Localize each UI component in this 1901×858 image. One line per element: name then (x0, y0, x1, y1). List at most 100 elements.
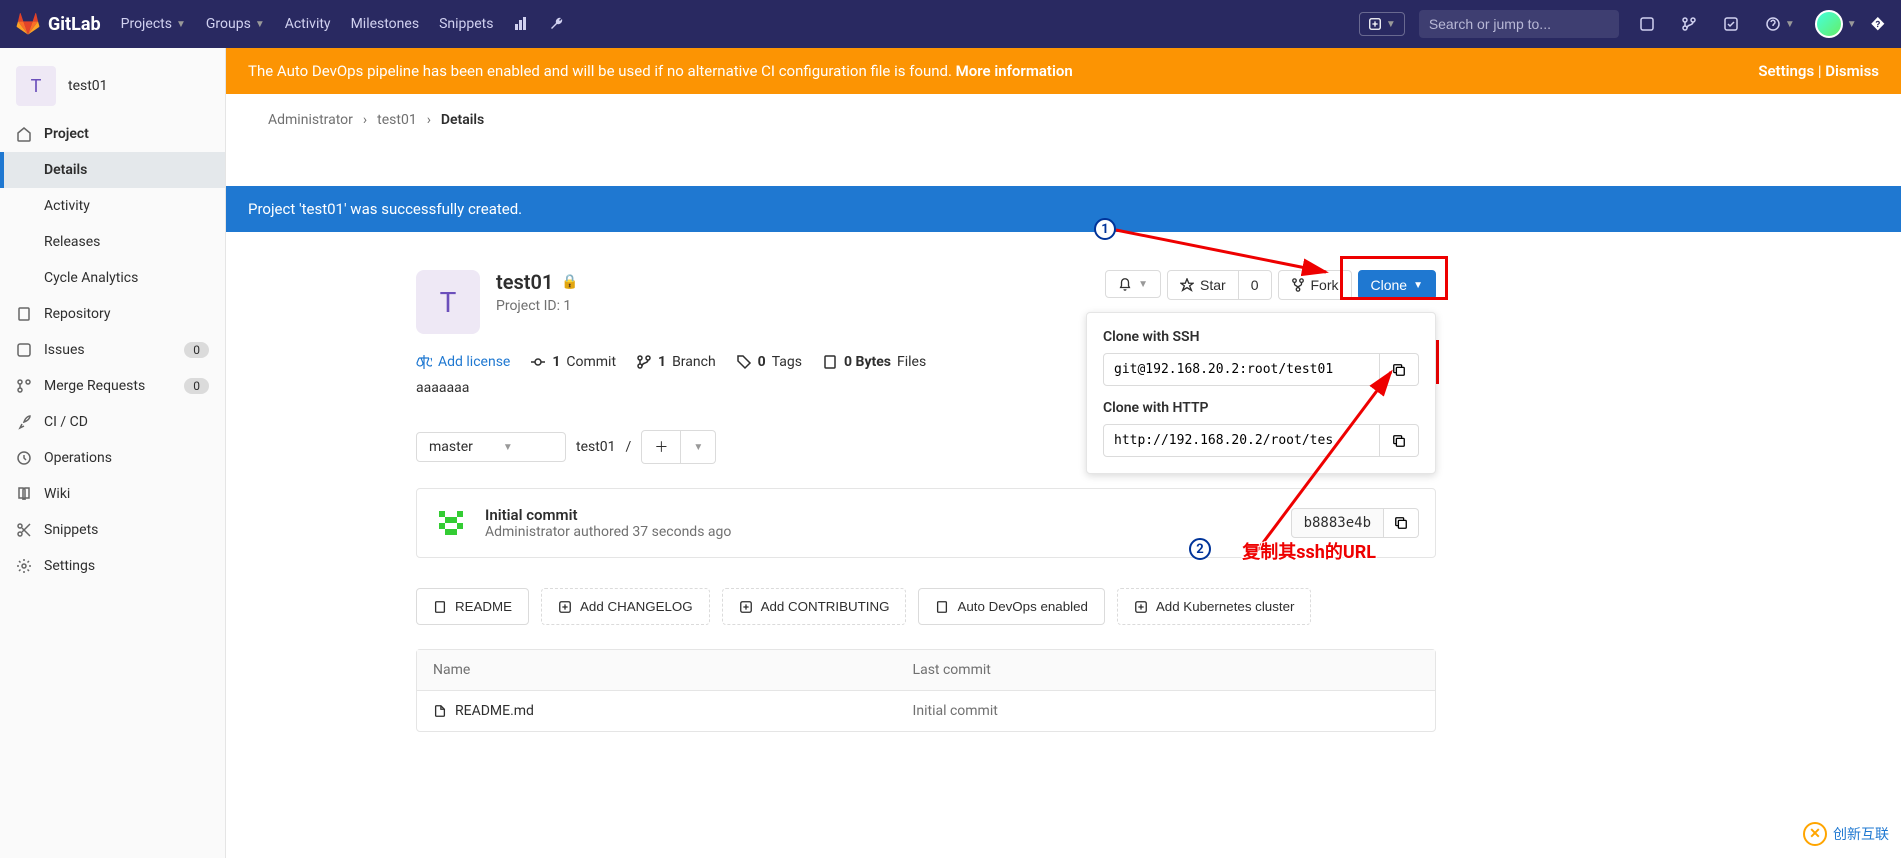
autodevops-button[interactable]: Auto DevOps enabled (918, 588, 1104, 625)
branches-link[interactable]: 1 Branch (636, 354, 716, 370)
book-icon (16, 486, 32, 502)
clone-button[interactable]: Clone ▼ (1358, 270, 1437, 300)
readme-button[interactable]: README (416, 588, 529, 625)
brand-text: GitLab (48, 14, 101, 35)
doc-icon (433, 600, 447, 614)
alert-dismiss-link[interactable]: Dismiss (1825, 62, 1879, 80)
commit-title[interactable]: Initial commit (485, 506, 1275, 524)
breadcrumb-project[interactable]: test01 (377, 112, 417, 128)
home-icon (16, 126, 32, 142)
files-size-link[interactable]: 0 Bytes Files (822, 354, 926, 370)
scale-icon (416, 354, 432, 370)
nav-projects[interactable]: Projects▼ (121, 16, 186, 32)
clone-ssh-input[interactable] (1103, 353, 1380, 386)
sidebar-item-repository[interactable]: Repository (0, 296, 225, 332)
nav-right: ▼ ▼ ▼ � (1359, 10, 1885, 38)
files-icon (822, 354, 838, 370)
project-header: T test01 🔒 Project ID: 1 ▼ (416, 262, 1436, 350)
nav-snippets[interactable]: Snippets (439, 16, 493, 32)
gitlab-logo-icon (16, 12, 40, 36)
branch-icon (636, 354, 652, 370)
add-license-link[interactable]: Add license (416, 354, 510, 370)
clone-http-copy[interactable] (1380, 424, 1419, 457)
lock-icon: 🔒 (561, 274, 578, 290)
path-project[interactable]: test01 (576, 439, 616, 455)
project-id: Project ID: 1 (496, 298, 579, 314)
sidebar-project-header[interactable]: T test01 (0, 56, 225, 116)
star-count[interactable]: 0 (1239, 270, 1272, 300)
search-box[interactable] (1419, 10, 1619, 38)
sidebar-item-details[interactable]: Details (0, 152, 225, 188)
doc-icon (935, 600, 949, 614)
clone-http-input[interactable] (1103, 424, 1380, 457)
notification-button[interactable]: ▼ (1105, 270, 1161, 298)
nav-links: Projects▼ Groups▼ Activity Milestones Sn… (121, 16, 1359, 32)
branch-select[interactable]: master▼ (416, 432, 566, 462)
clone-dropdown: Clone with SSH Clone with HTTP (1086, 312, 1436, 474)
changelog-button[interactable]: Add CHANGELOG (541, 588, 710, 625)
main: The Auto DevOps pipeline has been enable… (226, 48, 1901, 858)
plus-square-icon (1134, 600, 1148, 614)
annotation-circle-1: 1 (1094, 218, 1116, 240)
scissors-icon (16, 522, 32, 538)
navbar: GitLab Projects▼ Groups▼ Activity Milest… (0, 0, 1901, 48)
template-row: README Add CHANGELOG Add CONTRIBUTING Au… (416, 588, 1436, 625)
sidebar-item-merge[interactable]: Merge Requests 0 (0, 368, 225, 404)
todos-icon[interactable] (1717, 10, 1745, 38)
copy-sha-button[interactable] (1384, 508, 1419, 538)
sidebar-item-issues[interactable]: Issues 0 (0, 332, 225, 368)
nav-groups[interactable]: Groups▼ (206, 16, 265, 32)
star-button[interactable]: Star (1167, 270, 1239, 300)
issues-icon[interactable] (1633, 10, 1661, 38)
tags-link[interactable]: 0 Tags (736, 354, 802, 370)
project-avatar: T (416, 270, 480, 334)
sidebar-item-activity[interactable]: Activity (0, 188, 225, 224)
brand[interactable]: GitLab (16, 12, 101, 36)
search-input[interactable] (1429, 16, 1610, 32)
sidebar-item-cicd[interactable]: CI / CD (0, 404, 225, 440)
sidebar-item-cycle[interactable]: Cycle Analytics (0, 260, 225, 296)
alert-settings-link[interactable]: Settings (1758, 62, 1814, 80)
plus-icon (1368, 17, 1382, 31)
breadcrumb-admin[interactable]: Administrator (268, 112, 353, 128)
fork-button[interactable]: Fork (1278, 270, 1352, 300)
avatar (1815, 10, 1843, 38)
k8s-button[interactable]: Add Kubernetes cluster (1117, 588, 1312, 625)
more-info-link[interactable]: More information (956, 62, 1073, 80)
operations-icon (16, 450, 32, 466)
commits-link[interactable]: 1 Commit (530, 354, 616, 370)
col-commit: Last commit (897, 650, 1320, 691)
sidebar-item-operations[interactable]: Operations (0, 440, 225, 476)
fork-icon (1291, 278, 1305, 292)
new-dropdown[interactable]: ▼ (1359, 12, 1405, 36)
sidebar-item-settings[interactable]: Settings (0, 548, 225, 584)
clone-ssh-copy[interactable] (1380, 353, 1419, 386)
user-menu[interactable]: ▼ (1815, 10, 1857, 38)
nav-chart-icon[interactable] (513, 16, 529, 32)
sidebar-item-wiki[interactable]: Wiki (0, 476, 225, 512)
doc-icon (16, 306, 32, 322)
file-commit[interactable]: Initial commit (897, 691, 1320, 731)
plus-square-icon (739, 600, 753, 614)
identicon-icon (433, 505, 469, 541)
table-row[interactable]: README.md Initial commit (417, 691, 1435, 731)
clone-ssh-label: Clone with SSH (1103, 329, 1419, 345)
gear-icon (16, 558, 32, 574)
file-link[interactable]: README.md (433, 703, 881, 719)
sidebar-item-project[interactable]: Project (0, 116, 225, 152)
sidebar-item-releases[interactable]: Releases (0, 224, 225, 260)
nav-milestones[interactable]: Milestones (351, 16, 420, 32)
sidebar: T test01 Project Details Activity Releas… (0, 48, 226, 858)
contributing-button[interactable]: Add CONTRIBUTING (722, 588, 907, 625)
nav-wrench-icon[interactable] (549, 16, 565, 32)
add-file-dropdown[interactable]: ▼ (681, 430, 716, 464)
add-file-button[interactable]: ＋ (641, 430, 681, 464)
copy-icon (1392, 363, 1406, 377)
sidebar-item-snippets[interactable]: Snippets (0, 512, 225, 548)
commit-sha[interactable]: b8883e4b (1291, 508, 1384, 538)
action-buttons: ▼ Star 0 Fork Clone (1105, 270, 1436, 300)
help-dropdown[interactable]: ▼ (1759, 10, 1801, 38)
nav-activity[interactable]: Activity (285, 16, 331, 32)
files-table: Name Last commit README.md Initial commi… (416, 649, 1436, 732)
merge-icon[interactable] (1675, 10, 1703, 38)
